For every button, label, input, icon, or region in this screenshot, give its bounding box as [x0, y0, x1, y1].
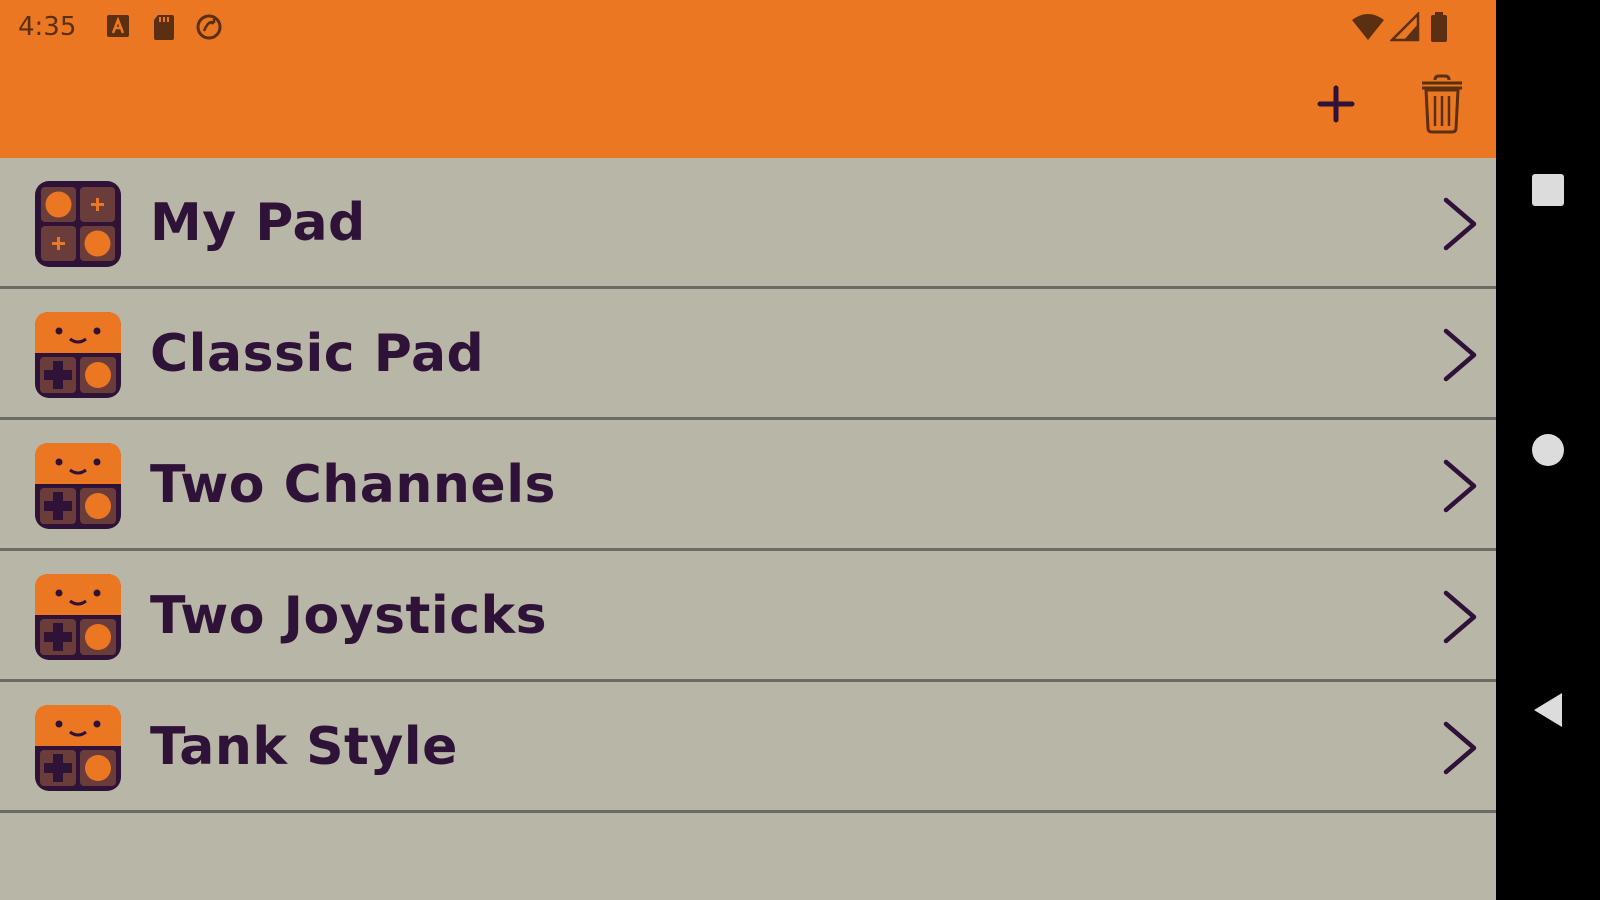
pad-label: Tank Style [150, 717, 458, 777]
chevron-right-icon [1443, 721, 1477, 775]
recents-button[interactable] [1496, 145, 1600, 235]
sd-card-icon [154, 15, 174, 40]
pad-label: My Pad [150, 193, 366, 253]
status-time: 4:35 [18, 12, 77, 42]
back-icon [1534, 693, 1562, 727]
chevron-right-icon [1443, 197, 1477, 251]
app-bar: 4:35 [0, 0, 1496, 158]
gamepad-face-icon [35, 574, 121, 660]
add-icon [1317, 85, 1355, 123]
system-navigation-bar [1496, 0, 1600, 900]
sync-icon [196, 14, 222, 40]
gamepad-face-icon [35, 443, 121, 529]
app-screen: 4:35 My Pad Classic Pad Two Channels Two… [0, 0, 1496, 900]
a-notification-icon [107, 15, 129, 37]
custom-pad-icon [35, 181, 121, 267]
gamepad-face-icon [35, 705, 121, 791]
status-bar: 4:35 [0, 0, 1496, 54]
pad-row-two-joysticks[interactable]: Two Joysticks [0, 551, 1496, 682]
pad-label: Classic Pad [150, 324, 485, 384]
home-icon [1532, 434, 1564, 466]
pad-row-my-pad[interactable]: My Pad [0, 158, 1496, 289]
pad-row-classic-pad[interactable]: Classic Pad [0, 289, 1496, 420]
wifi-icon [1352, 14, 1384, 40]
gamepad-face-icon [35, 312, 121, 398]
trash-icon [1422, 74, 1462, 134]
pad-label: Two Channels [150, 455, 556, 515]
add-button[interactable] [1306, 74, 1366, 134]
signal-icon [1390, 12, 1420, 42]
pad-list: My Pad Classic Pad Two Channels Two Joys… [0, 158, 1496, 813]
recents-icon [1532, 174, 1564, 206]
back-button[interactable] [1496, 665, 1600, 755]
battery-icon [1431, 12, 1447, 42]
chevron-right-icon [1443, 328, 1477, 382]
chevron-right-icon [1443, 459, 1477, 513]
pad-row-tank-style[interactable]: Tank Style [0, 682, 1496, 813]
pad-row-two-channels[interactable]: Two Channels [0, 420, 1496, 551]
chevron-right-icon [1443, 590, 1477, 644]
delete-button[interactable] [1412, 74, 1472, 134]
pad-label: Two Joysticks [150, 586, 548, 646]
home-button[interactable] [1496, 405, 1600, 495]
